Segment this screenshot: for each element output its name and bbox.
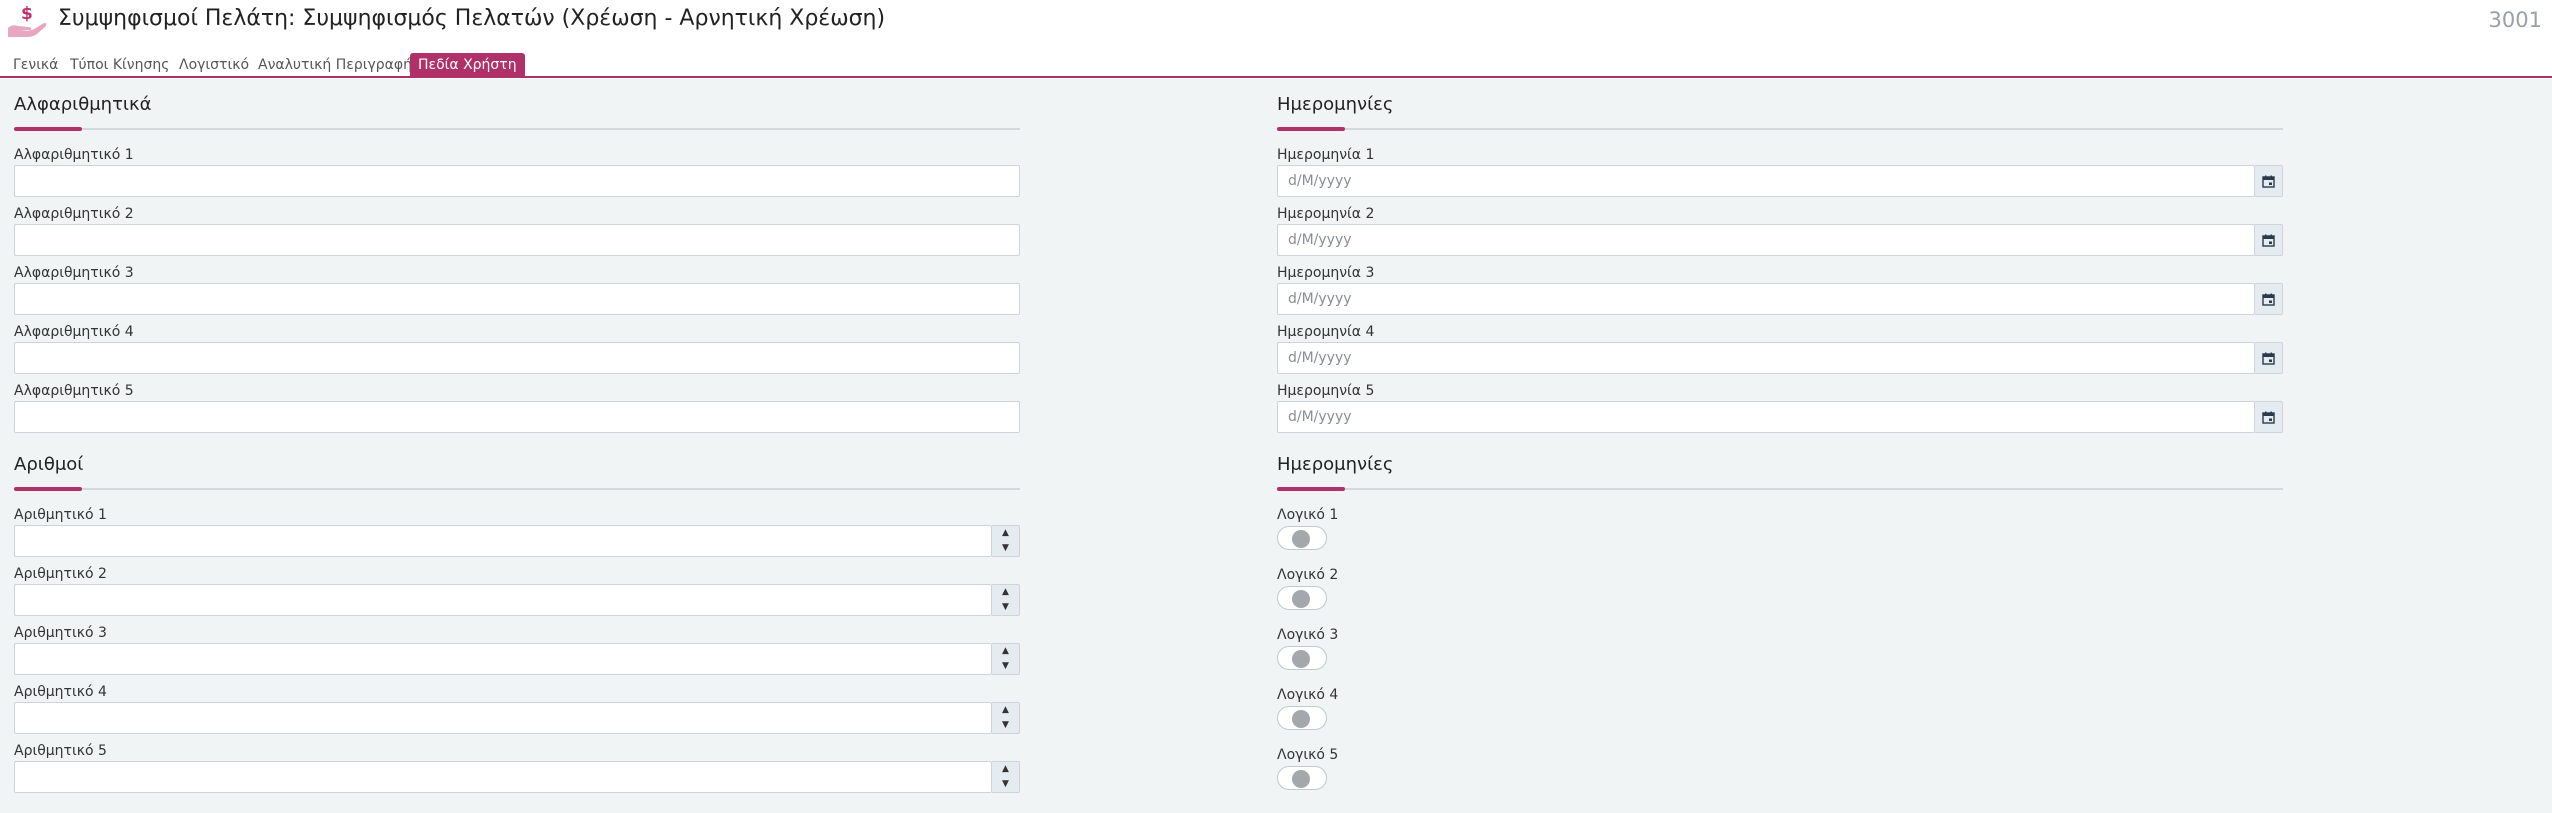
alphanumeric-3-label: Αλφαριθμητικό 3 — [14, 265, 134, 281]
page-title: Συμψηφισμοί Πελάτη: Συμψηφισμός Πελατών … — [58, 6, 886, 31]
increment-button[interactable]: ▲ — [992, 703, 1019, 718]
alphanumeric-3-input[interactable] — [14, 283, 1020, 315]
increment-button[interactable]: ▲ — [992, 762, 1019, 777]
section-divider — [1277, 488, 2283, 490]
section-accent — [14, 487, 82, 491]
decrement-button[interactable]: ▼ — [992, 541, 1019, 556]
section-title-dates: Ημερομηνίες — [1277, 94, 1394, 115]
number-3-input[interactable] — [14, 643, 992, 675]
number-5-input[interactable] — [14, 761, 992, 793]
section-accent — [1277, 127, 1345, 131]
calendar-icon — [2262, 411, 2275, 424]
alphanumeric-2-label: Αλφαριθμητικό 2 — [14, 206, 134, 222]
date-1-input[interactable] — [1277, 165, 2255, 197]
calendar-icon — [2262, 175, 2275, 188]
toggle-knob — [1292, 770, 1310, 788]
boolean-4-label: Λογικό 4 — [1277, 687, 1339, 703]
number-5-label: Αριθμητικό 5 — [14, 743, 107, 759]
boolean-3-toggle[interactable] — [1277, 646, 1327, 670]
increment-button[interactable]: ▲ — [992, 585, 1019, 600]
section-divider — [14, 128, 1020, 130]
boolean-1-toggle[interactable] — [1277, 526, 1327, 550]
number-4-label: Αριθμητικό 4 — [14, 684, 107, 700]
date-3-picker-button[interactable] — [2255, 283, 2283, 315]
number-4-input[interactable] — [14, 702, 992, 734]
alphanumeric-5-label: Αλφαριθμητικό 5 — [14, 383, 134, 399]
alphanumeric-5-input[interactable] — [14, 401, 1020, 433]
section-title-booleans: Ημερομηνίες — [1277, 454, 1394, 475]
tab-bar: Γενικά Τύποι Κίνησης Λογιστικό Αναλυτική… — [0, 52, 2552, 78]
boolean-2-toggle[interactable] — [1277, 586, 1327, 610]
tab-movement-types[interactable]: Τύποι Κίνησης — [70, 54, 169, 78]
number-1-label: Αριθμητικό 1 — [14, 507, 107, 523]
date-1-picker-button[interactable] — [2255, 165, 2283, 197]
tab-accounting[interactable]: Λογιστικό — [179, 54, 249, 78]
boolean-5-label: Λογικό 5 — [1277, 747, 1339, 763]
calendar-icon — [2262, 352, 2275, 365]
decrement-button[interactable]: ▼ — [992, 718, 1019, 733]
date-5-picker-button[interactable] — [2255, 401, 2283, 433]
date-1-label: Ημερομηνία 1 — [1277, 147, 1375, 163]
date-3-label: Ημερομηνία 3 — [1277, 265, 1375, 281]
date-2-input[interactable] — [1277, 224, 2255, 256]
number-5-stepper: ▲ ▼ — [992, 761, 1020, 793]
date-2-picker-button[interactable] — [2255, 224, 2283, 256]
tab-detailed-description[interactable]: Αναλυτική Περιγραφή — [258, 54, 412, 78]
section-divider — [1277, 128, 2283, 130]
section-accent — [1277, 487, 1345, 491]
alphanumeric-4-label: Αλφαριθμητικό 4 — [14, 324, 134, 340]
number-4-stepper: ▲ ▼ — [992, 702, 1020, 734]
number-1-stepper: ▲ ▼ — [992, 525, 1020, 557]
toggle-knob — [1292, 710, 1310, 728]
boolean-5-toggle[interactable] — [1277, 766, 1327, 790]
toggle-knob — [1292, 650, 1310, 668]
date-5-label: Ημερομηνία 5 — [1277, 383, 1375, 399]
date-4-picker-button[interactable] — [2255, 342, 2283, 374]
section-accent — [14, 127, 82, 131]
date-4-label: Ημερομηνία 4 — [1277, 324, 1375, 340]
page-header: $ Συμψηφισμοί Πελάτη: Συμψηφισμός Πελατώ… — [0, 0, 2552, 45]
boolean-3-label: Λογικό 3 — [1277, 627, 1339, 643]
toggle-knob — [1292, 530, 1310, 548]
number-2-input[interactable] — [14, 584, 992, 616]
increment-button[interactable]: ▲ — [992, 526, 1019, 541]
tab-user-fields[interactable]: Πεδία Χρήστη — [410, 53, 525, 78]
number-3-label: Αριθμητικό 3 — [14, 625, 107, 641]
decrement-button[interactable]: ▼ — [992, 659, 1019, 674]
date-4-input[interactable] — [1277, 342, 2255, 374]
hand-dollar-icon: $ — [8, 4, 47, 37]
tab-general[interactable]: Γενικά — [13, 54, 58, 78]
increment-button[interactable]: ▲ — [992, 644, 1019, 659]
section-title-alphanumeric: Αλφαριθμητικά — [14, 94, 152, 115]
section-title-numbers: Αριθμοί — [14, 454, 84, 475]
calendar-icon — [2262, 234, 2275, 247]
calendar-icon — [2262, 293, 2275, 306]
number-3-stepper: ▲ ▼ — [992, 643, 1020, 675]
date-5-input[interactable] — [1277, 401, 2255, 433]
alphanumeric-1-input[interactable] — [14, 165, 1020, 197]
alphanumeric-4-input[interactable] — [14, 342, 1020, 374]
toggle-knob — [1292, 590, 1310, 608]
alphanumeric-1-label: Αλφαριθμητικό 1 — [14, 147, 134, 163]
number-1-input[interactable] — [14, 525, 992, 557]
decrement-button[interactable]: ▼ — [992, 777, 1019, 792]
number-2-stepper: ▲ ▼ — [992, 584, 1020, 616]
boolean-1-label: Λογικό 1 — [1277, 507, 1339, 523]
svg-text:$: $ — [21, 4, 33, 24]
record-id: 3001 — [2488, 8, 2542, 32]
boolean-2-label: Λογικό 2 — [1277, 567, 1339, 583]
section-divider — [14, 488, 1020, 490]
number-2-label: Αριθμητικό 2 — [14, 566, 107, 582]
decrement-button[interactable]: ▼ — [992, 600, 1019, 615]
alphanumeric-2-input[interactable] — [14, 224, 1020, 256]
boolean-4-toggle[interactable] — [1277, 706, 1327, 730]
form-content: Αλφαριθμητικά Αλφαριθμητικό 1 Αλφαριθμητ… — [0, 79, 2552, 813]
date-2-label: Ημερομηνία 2 — [1277, 206, 1375, 222]
date-3-input[interactable] — [1277, 283, 2255, 315]
